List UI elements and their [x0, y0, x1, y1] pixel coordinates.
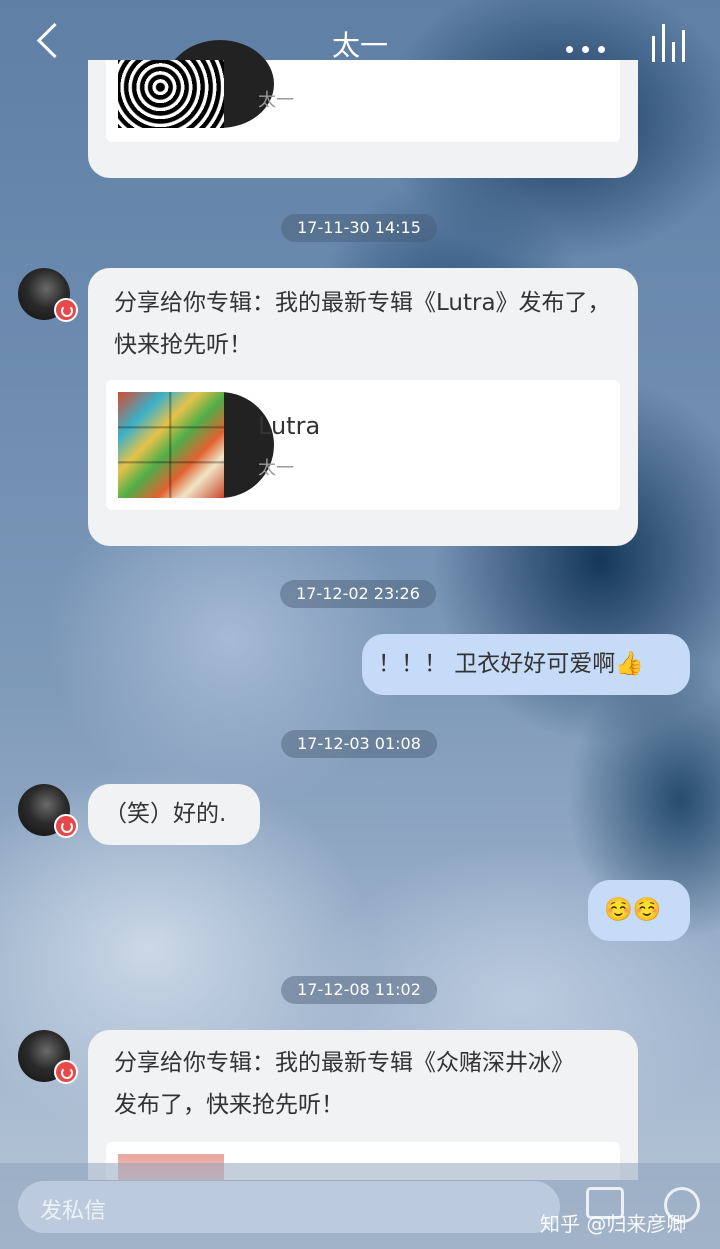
timestamp: 17-12-03 01:08 — [281, 730, 437, 758]
album-name: Lutra — [258, 412, 321, 440]
watermark: 知乎 @归来彦卿 — [540, 1212, 687, 1236]
message-text: 分享给你专辑：我的最新专辑《众赌深井冰》发布了，快来抢先听！ — [114, 1050, 574, 1118]
avatar[interactable] — [18, 268, 78, 322]
message-bubble-self: ！！！ 卫衣好好可爱啊👍 — [362, 634, 690, 695]
message-bubble: 分享给你专辑：我的最新专辑《众赌深井冰》发布了，快来抢先听！ — [88, 1030, 638, 1180]
message-bubble: 分享给你专辑：我的最新专辑《Lutra》发布了，快来抢先听！ Lutra 太一 — [88, 268, 638, 546]
message-text: ！！！ 卫衣好好可爱啊👍 — [378, 651, 644, 677]
timestamp: 17-11-30 14:15 — [281, 214, 437, 242]
avatar[interactable] — [18, 1030, 78, 1084]
avatar-badge-icon — [54, 1060, 78, 1084]
message-bubble-partial: 太一 — [88, 40, 638, 178]
more-icon[interactable] — [566, 38, 616, 53]
album-artist: 太一 — [258, 458, 294, 479]
timestamp: 17-12-08 11:02 — [281, 976, 437, 1004]
timestamp: 17-12-02 23:26 — [280, 580, 436, 608]
message-bubble: （笑）好的. — [88, 784, 260, 845]
album-cover — [118, 60, 224, 128]
now-playing-icon[interactable] — [648, 22, 692, 62]
album-card[interactable]: 太一 — [106, 40, 620, 142]
album-cover — [118, 392, 224, 498]
album-artist: 太一 — [258, 90, 294, 111]
message-text: 分享给你专辑：我的最新专辑《Lutra》发布了，快来抢先听！ — [114, 290, 611, 358]
avatar-badge-icon — [54, 298, 78, 322]
message-text: ☺️☺️ — [604, 897, 662, 923]
avatar[interactable] — [18, 784, 78, 838]
message-input[interactable]: 发私信 — [18, 1181, 560, 1233]
album-card[interactable]: Lutra 太一 — [106, 380, 620, 510]
message-bubble-self: ☺️☺️ — [588, 880, 690, 941]
avatar-badge-icon — [54, 814, 78, 838]
message-text: （笑）好的. — [104, 801, 227, 827]
input-placeholder: 发私信 — [40, 1199, 107, 1224]
